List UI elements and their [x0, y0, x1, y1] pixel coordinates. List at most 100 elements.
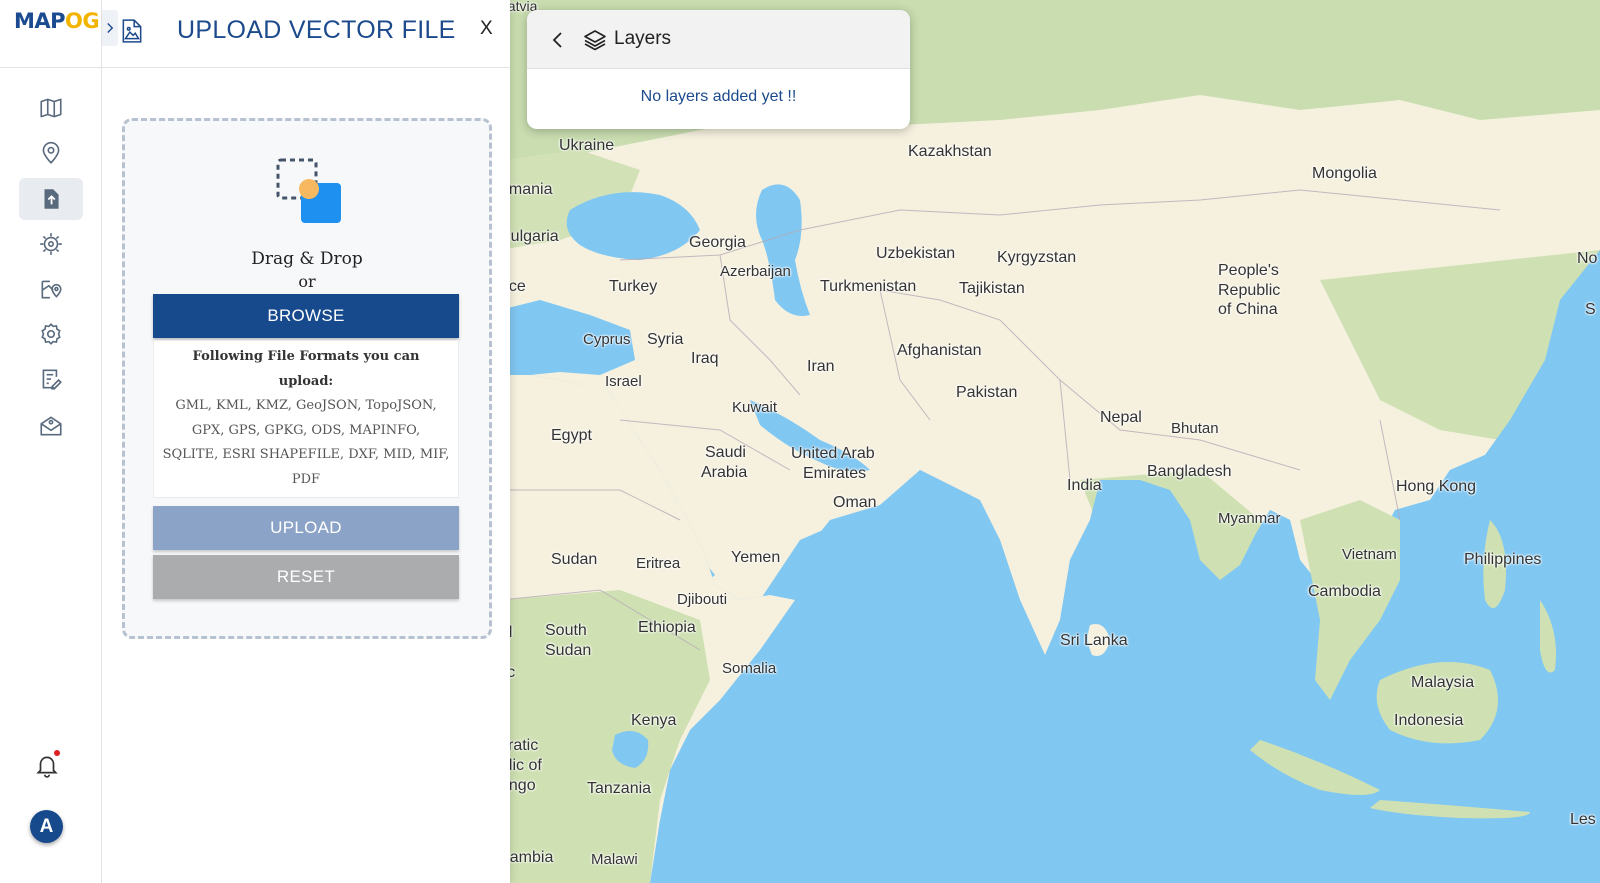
checklist-edit-icon [42, 369, 62, 390]
map-label: Kuwait [732, 399, 778, 416]
drag-drop-icon [276, 158, 341, 223]
reset-button[interactable]: RESET [153, 555, 459, 599]
map-label: Myanmar [1218, 510, 1281, 527]
map-label: Iraq [691, 350, 719, 367]
mapog-logo[interactable]: MAP OG [14, 6, 100, 36]
map-label: Kazakhstan [908, 143, 992, 160]
map-label: Ukraine [559, 137, 615, 154]
sidebar-item-edit-list[interactable] [19, 358, 83, 400]
sidebar-item-location[interactable] [19, 132, 83, 174]
map-label: Malaysia [1411, 674, 1475, 691]
layers-popup: Layers No layers added yet !! [527, 10, 910, 129]
map-label: Kenya [631, 712, 677, 729]
drag-drop-text: Drag & Drop [251, 249, 363, 269]
map-label: Oman [833, 494, 877, 511]
map-label: Turkey [609, 278, 658, 295]
location-pin-icon [42, 141, 60, 164]
map-pin-icon [41, 280, 62, 299]
file-formats-list: GML, KML, KMZ, GeoJSON, TopoJSON, GPX, G… [162, 398, 450, 487]
map-label: Republic [1218, 282, 1281, 299]
map-label: South [545, 622, 587, 639]
map-label: Cyprus [583, 331, 631, 348]
or-text: or [298, 272, 316, 291]
map-label: India [1067, 477, 1102, 494]
upload-panel: UPLOAD VECTOR FILE X Drag & Drop or BROW… [102, 0, 510, 883]
file-formats-info: Following File Formats you can upload: G… [153, 340, 459, 498]
map-label: Eritrea [636, 555, 681, 572]
notification-dot [54, 750, 60, 756]
map-icon [40, 98, 62, 118]
map-label: Vietnam [1342, 546, 1397, 563]
map-label: Uzbekistan [876, 245, 956, 262]
sidebar-item-process[interactable] [19, 223, 83, 265]
logo-text-map: MAP [14, 9, 66, 33]
map-land-shapes [500, 0, 1600, 883]
map-label: Philippines [1464, 551, 1542, 568]
panel-header: UPLOAD VECTOR FILE X [102, 0, 510, 68]
file-formats-title: Following File Formats you can upload: [192, 349, 420, 389]
map-label: Emirates [803, 465, 867, 482]
map-label: Djibouti [677, 591, 728, 608]
map-label: Tanzania [587, 780, 652, 797]
sidebar-item-map-location[interactable] [19, 268, 83, 310]
map-label: Saudi [705, 444, 746, 461]
map-label: S [1585, 301, 1596, 318]
rail-divider [0, 67, 102, 68]
file-dropzone[interactable]: Drag & Drop or BROWSE Following File For… [122, 118, 492, 639]
map-label: of China [1218, 301, 1278, 318]
map-label: Ethiopia [638, 619, 696, 636]
gear-process-icon [40, 233, 62, 255]
collapse-panel-button[interactable] [102, 10, 118, 46]
map-label: Bhutan [1171, 420, 1219, 437]
map-label: Somalia [722, 660, 777, 677]
map-label: Pakistan [956, 384, 1018, 401]
map-label: Hong Kong [1396, 478, 1477, 495]
upload-button[interactable]: UPLOAD [153, 506, 459, 550]
map-label: Yemen [731, 549, 781, 566]
map-label: Azerbaijan [720, 263, 791, 280]
settings-gear-icon [41, 323, 61, 345]
map-label: Tajikistan [959, 280, 1025, 297]
user-avatar[interactable]: A [30, 810, 63, 843]
map-label: Sudan [545, 642, 592, 659]
layers-header: Layers [527, 10, 910, 69]
map-label: Cambodia [1308, 583, 1381, 600]
map-label: Afghanistan [897, 342, 982, 359]
close-panel-button[interactable]: X [480, 18, 493, 40]
browse-button[interactable]: BROWSE [153, 294, 459, 338]
map-label: Arabia [701, 464, 748, 481]
map-label: Indonesia [1394, 712, 1464, 729]
sidebar-item-settings[interactable] [19, 313, 83, 355]
chevron-left-icon[interactable] [549, 30, 567, 50]
map-canvas[interactable]: Latvia Ukraine omania Bulgaria ece Kazak… [500, 0, 1600, 883]
map-label: Sri Lanka [1060, 632, 1128, 649]
map-label: Nepal [1100, 409, 1142, 426]
map-label: Mongolia [1312, 165, 1377, 182]
map-label: United Arab [791, 445, 875, 462]
app-root: Latvia Ukraine omania Bulgaria ece Kazak… [0, 0, 1600, 883]
map-label: Syria [647, 331, 684, 348]
map-label: Bangladesh [1147, 463, 1232, 480]
upload-file-icon [44, 189, 59, 209]
map-label: Malawi [591, 851, 638, 868]
map-label: Kyrgyzstan [997, 249, 1077, 266]
logo-text-og: OG [65, 9, 100, 33]
map-label: No [1577, 250, 1598, 267]
map-label: Israel [605, 373, 642, 390]
map-mail-icon [40, 416, 62, 436]
sidebar-item-upload[interactable] [19, 178, 83, 220]
map-label: People's [1218, 262, 1279, 279]
panel-title: UPLOAD VECTOR FILE [177, 16, 456, 44]
map-label: Georgia [689, 234, 746, 251]
layers-icon [584, 30, 606, 51]
map-label: Egypt [551, 427, 592, 444]
sidebar-rail: MAP OG A [0, 0, 102, 883]
layers-title: Layers [614, 28, 672, 49]
sidebar-item-map-mail[interactable] [19, 405, 83, 447]
chevron-right-icon [107, 23, 114, 33]
map-label: Sudan [551, 551, 598, 568]
map-label: Iran [807, 358, 835, 375]
sidebar-item-map[interactable] [19, 87, 83, 129]
layers-empty-message: No layers added yet !! [640, 88, 797, 105]
map-label: Turkmenistan [820, 278, 917, 295]
